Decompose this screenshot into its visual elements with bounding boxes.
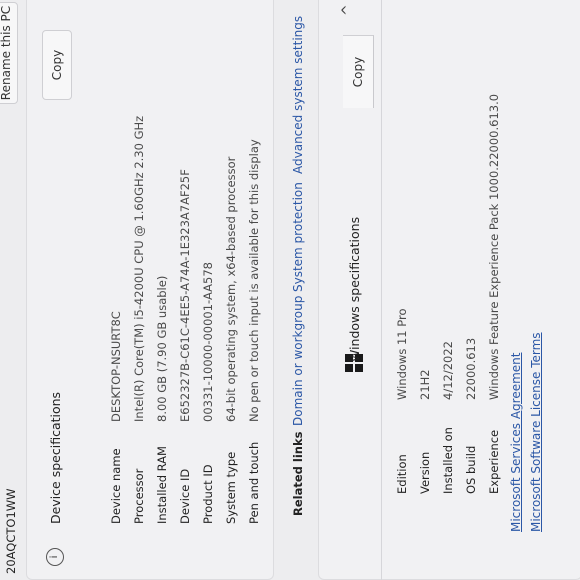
rename-pc-button[interactable]: Rename this PC: [0, 2, 18, 104]
spec-value: 4/12/2022: [441, 341, 455, 400]
windows-specs-divider: [381, 0, 382, 580]
device-specs-title[interactable]: Device specifications: [48, 392, 63, 524]
spec-value: No pen or touch input is available for t…: [247, 139, 261, 422]
device-specs-copy-button[interactable]: Copy: [42, 30, 72, 100]
spec-value: Windows 11 Pro: [395, 308, 409, 400]
spec-value: 21H2: [418, 369, 432, 400]
spec-value: DESKTOP-NSURT8C: [109, 311, 123, 422]
related-links-label: Related links: [291, 431, 305, 516]
spec-label: Edition: [395, 454, 409, 494]
spec-label: Installed on: [441, 427, 455, 494]
chevron-up-icon[interactable]: ^: [340, 4, 356, 16]
spec-label: Experience: [487, 429, 501, 494]
spec-label: Device ID: [178, 468, 192, 524]
spec-value: 8.00 GB (7.90 GB usable): [155, 275, 169, 422]
settings-about-page: 20AQCTO1WW Rename this PC i Device speci…: [0, 0, 580, 580]
pc-model-label: 20AQCTO1WW: [4, 488, 18, 574]
microsoft-services-agreement-link[interactable]: Microsoft Services Agreement: [509, 353, 523, 532]
spec-label: Device name: [109, 448, 123, 524]
spec-label: System type: [224, 451, 238, 524]
spec-label: OS build: [464, 445, 478, 494]
spec-label: Processor: [132, 468, 146, 524]
domain-or-workgroup-link[interactable]: Domain or workgroup: [291, 296, 305, 426]
screen: 20AQCTO1WW Rename this PC i Device speci…: [0, 0, 580, 580]
microsoft-software-license-terms-link[interactable]: Microsoft Software License Terms: [529, 332, 543, 532]
info-icon: i: [46, 548, 64, 566]
spec-value: Intel(R) Core(TM) i5-4200U CPU @ 1.60GHz…: [132, 115, 146, 422]
advanced-system-settings-link[interactable]: Advanced system settings: [291, 16, 305, 174]
spec-value: 64-bit operating system, x64-based proce…: [224, 156, 238, 422]
windows-specs-copy-button[interactable]: Copy: [343, 35, 374, 108]
windows-specs-title[interactable]: Windows specifications: [347, 217, 362, 362]
spec-label: Version: [418, 451, 432, 494]
spec-value: 22000.613: [464, 337, 478, 400]
system-protection-link[interactable]: System protection: [291, 182, 305, 292]
spec-label: Product ID: [201, 464, 215, 524]
spec-value: E652327B-C61C-4EE5-A74A-1E323A7AF25F: [178, 169, 192, 422]
spec-label: Installed RAM: [155, 446, 169, 524]
spec-value: Windows Feature Experience Pack 1000.220…: [487, 93, 501, 400]
spec-value: 00331-10000-00001-AA578: [201, 262, 215, 422]
spec-label: Pen and touch: [247, 441, 261, 524]
